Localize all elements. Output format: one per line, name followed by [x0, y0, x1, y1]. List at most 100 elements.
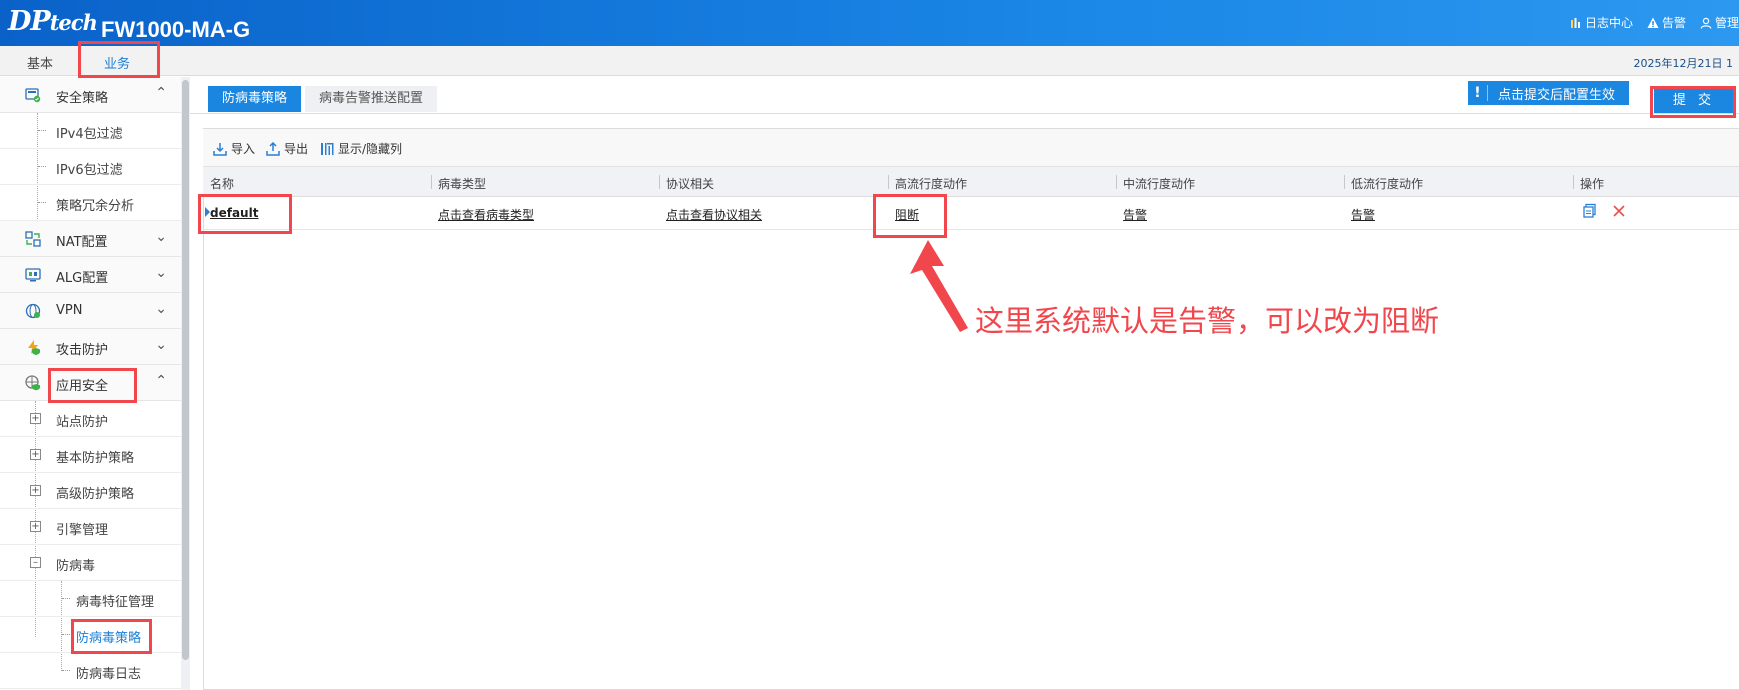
nat-icon — [25, 231, 41, 247]
low-action-link[interactable]: 告警 — [1351, 206, 1375, 223]
content-tabs: 防病毒策略 病毒告警推送配置 — [208, 86, 438, 112]
sidebar-item-ipv4-filter[interactable]: IPv4包过滤 — [0, 113, 181, 149]
tab-antivirus-policy[interactable]: 防病毒策略 — [208, 86, 302, 112]
sidebar-item-label: 病毒特征管理 — [76, 595, 155, 610]
admin-link[interactable]: 管理 — [1700, 14, 1739, 31]
sidebar-item-label: IPv4包过滤 — [56, 127, 123, 142]
device-model: FW1000-MA-G — [101, 17, 251, 42]
highlight-box-antivirus-policy — [71, 619, 152, 654]
sidebar-cat-label: NAT配置 — [56, 235, 108, 250]
sidebar-item-antivirus-log[interactable]: 防病毒日志 — [0, 653, 181, 689]
sidebar-item-label: 策略冗余分析 — [56, 199, 135, 214]
table-row: default 点击查看病毒类型 点击查看协议相关 阻断 告警 告警 — [203, 197, 1739, 230]
chevron-down-icon: ⌄ — [155, 229, 167, 245]
mid-action-link[interactable]: 告警 — [1123, 206, 1147, 223]
menu-bar: 基本 业务 2025年12月21日 1 — [0, 46, 1739, 76]
sidebar-cat-alg[interactable]: ALG配置 ⌄ — [0, 257, 181, 293]
sidebar-item-virus-signature[interactable]: 病毒特征管理 — [0, 581, 181, 617]
brand-logo: DPtech — [8, 6, 98, 37]
sidebar-cat-vpn[interactable]: VPN ⌄ — [0, 293, 181, 329]
copy-icon[interactable] — [1582, 203, 1598, 219]
sidebar-cat-label: 攻击防护 — [56, 343, 109, 358]
columns-icon — [321, 142, 334, 155]
highlight-box-block-action — [873, 194, 947, 238]
sidebar-item-basic-protection[interactable]: + 基本防护策略 — [0, 437, 181, 473]
expand-icon[interactable]: + — [30, 413, 41, 424]
virus-type-link[interactable]: 点击查看病毒类型 — [438, 206, 534, 223]
highlight-box-default — [198, 194, 292, 234]
chevron-down-icon: ⌄ — [155, 301, 167, 317]
sidebar-item-label: IPv6包过滤 — [56, 163, 123, 178]
table-toolbar: 导入 导出 显示/隐藏列 — [203, 129, 1739, 167]
highlight-box-submit — [1650, 86, 1736, 118]
column-header-name[interactable]: 名称 — [210, 175, 234, 192]
sidebar-cat-attack-defense[interactable]: 攻击防护 ⌄ — [0, 329, 181, 365]
sidebar-item-engine-management[interactable]: + 引擎管理 — [0, 509, 181, 545]
chevron-up-icon: ⌃ — [155, 85, 167, 101]
log-center-link[interactable]: 日志中心 — [1570, 14, 1633, 31]
vpn-icon — [25, 303, 41, 319]
sidebar-item-label: 防病毒 — [56, 559, 96, 574]
sidebar-cat-security-policy[interactable]: 安全策略 ⌃ — [0, 77, 181, 113]
sidebar-item-label: 高级防护策略 — [56, 487, 135, 502]
submit-notice: ! 点击提交后配置生效 — [1468, 81, 1630, 105]
import-button[interactable]: 导入 — [213, 140, 255, 157]
import-label: 导入 — [231, 142, 256, 156]
sidebar-item-site-protection[interactable]: + 站点防护 — [0, 401, 181, 437]
expand-icon[interactable]: + — [30, 449, 41, 460]
export-icon — [266, 141, 280, 156]
sidebar-item-label: 引擎管理 — [56, 523, 109, 538]
security-policy-icon — [25, 88, 41, 103]
tabs-divider — [190, 113, 1739, 114]
toggle-columns-label: 显示/隐藏列 — [338, 142, 403, 156]
highlight-box-business-tab — [78, 41, 160, 78]
annotation-text: 这里系统默认是告警，可以改为阻断 — [975, 304, 1440, 338]
column-header-mid-action[interactable]: 中流行度动作 — [1123, 175, 1195, 192]
alg-icon — [25, 268, 41, 282]
user-icon — [1700, 17, 1712, 29]
top-header: DPtech FW1000-MA-G 日志中心 告警 管理 — [0, 0, 1739, 46]
import-icon — [213, 142, 227, 156]
sidebar-item-antivirus[interactable]: – 防病毒 — [0, 545, 181, 581]
sidebar-cat-label: ALG配置 — [56, 271, 109, 286]
notice-text: 点击提交后配置生效 — [1498, 87, 1616, 103]
alarm-link[interactable]: 告警 — [1647, 14, 1686, 31]
chevron-down-icon: ⌄ — [155, 337, 167, 353]
app-security-icon — [25, 375, 40, 391]
sidebar-scrollbar-thumb[interactable] — [182, 80, 189, 660]
toggle-columns-button[interactable]: 显示/隐藏列 — [320, 140, 402, 157]
export-button[interactable]: 导出 — [266, 140, 308, 157]
expand-icon[interactable]: + — [30, 485, 41, 496]
tab-virus-alert-push[interactable]: 病毒告警推送配置 — [305, 86, 438, 112]
chevron-down-icon: ⌄ — [155, 265, 167, 281]
admin-label: 管理 — [1714, 16, 1739, 30]
menu-tab-basic[interactable]: 基本 — [27, 53, 53, 72]
alarm-label: 告警 — [1661, 16, 1686, 30]
header-links: 日志中心 告警 管理 — [1570, 14, 1739, 31]
sidebar-item-policy-redundancy[interactable]: 策略冗余分析 — [0, 185, 181, 221]
export-label: 导出 — [284, 142, 309, 156]
sidebar-item-advanced-protection[interactable]: + 高级防护策略 — [0, 473, 181, 509]
exclamation-icon: ! — [1468, 85, 1488, 101]
column-header-low-action[interactable]: 低流行度动作 — [1351, 175, 1423, 192]
bar-chart-icon — [1570, 17, 1580, 28]
sidebar-cat-label: 安全策略 — [56, 91, 109, 106]
sidebar-item-ipv6-filter[interactable]: IPv6包过滤 — [0, 149, 181, 185]
column-header-operation: 操作 — [1580, 177, 1605, 191]
delete-icon[interactable] — [1611, 203, 1627, 219]
table-header: 名称 病毒类型 协议相关 高流行度动作 中流行度动作 低流行度动作 操作 — [203, 167, 1739, 197]
highlight-box-app-security — [48, 368, 137, 403]
warning-icon — [1647, 17, 1659, 28]
collapse-icon[interactable]: – — [30, 557, 41, 568]
expand-icon[interactable]: + — [30, 521, 41, 532]
sidebar-item-label: 防病毒日志 — [76, 667, 142, 682]
sidebar-cat-label: VPN — [56, 303, 83, 318]
system-datetime: 2025年12月21日 1 — [1633, 57, 1733, 70]
sidebar-item-label: 站点防护 — [56, 415, 109, 430]
attack-defense-icon — [28, 340, 40, 355]
column-header-protocol[interactable]: 协议相关 — [666, 175, 714, 192]
column-header-high-action[interactable]: 高流行度动作 — [895, 175, 967, 192]
protocol-link[interactable]: 点击查看协议相关 — [666, 206, 762, 223]
column-header-virus-type[interactable]: 病毒类型 — [438, 175, 486, 192]
sidebar-cat-nat[interactable]: NAT配置 ⌄ — [0, 221, 181, 257]
